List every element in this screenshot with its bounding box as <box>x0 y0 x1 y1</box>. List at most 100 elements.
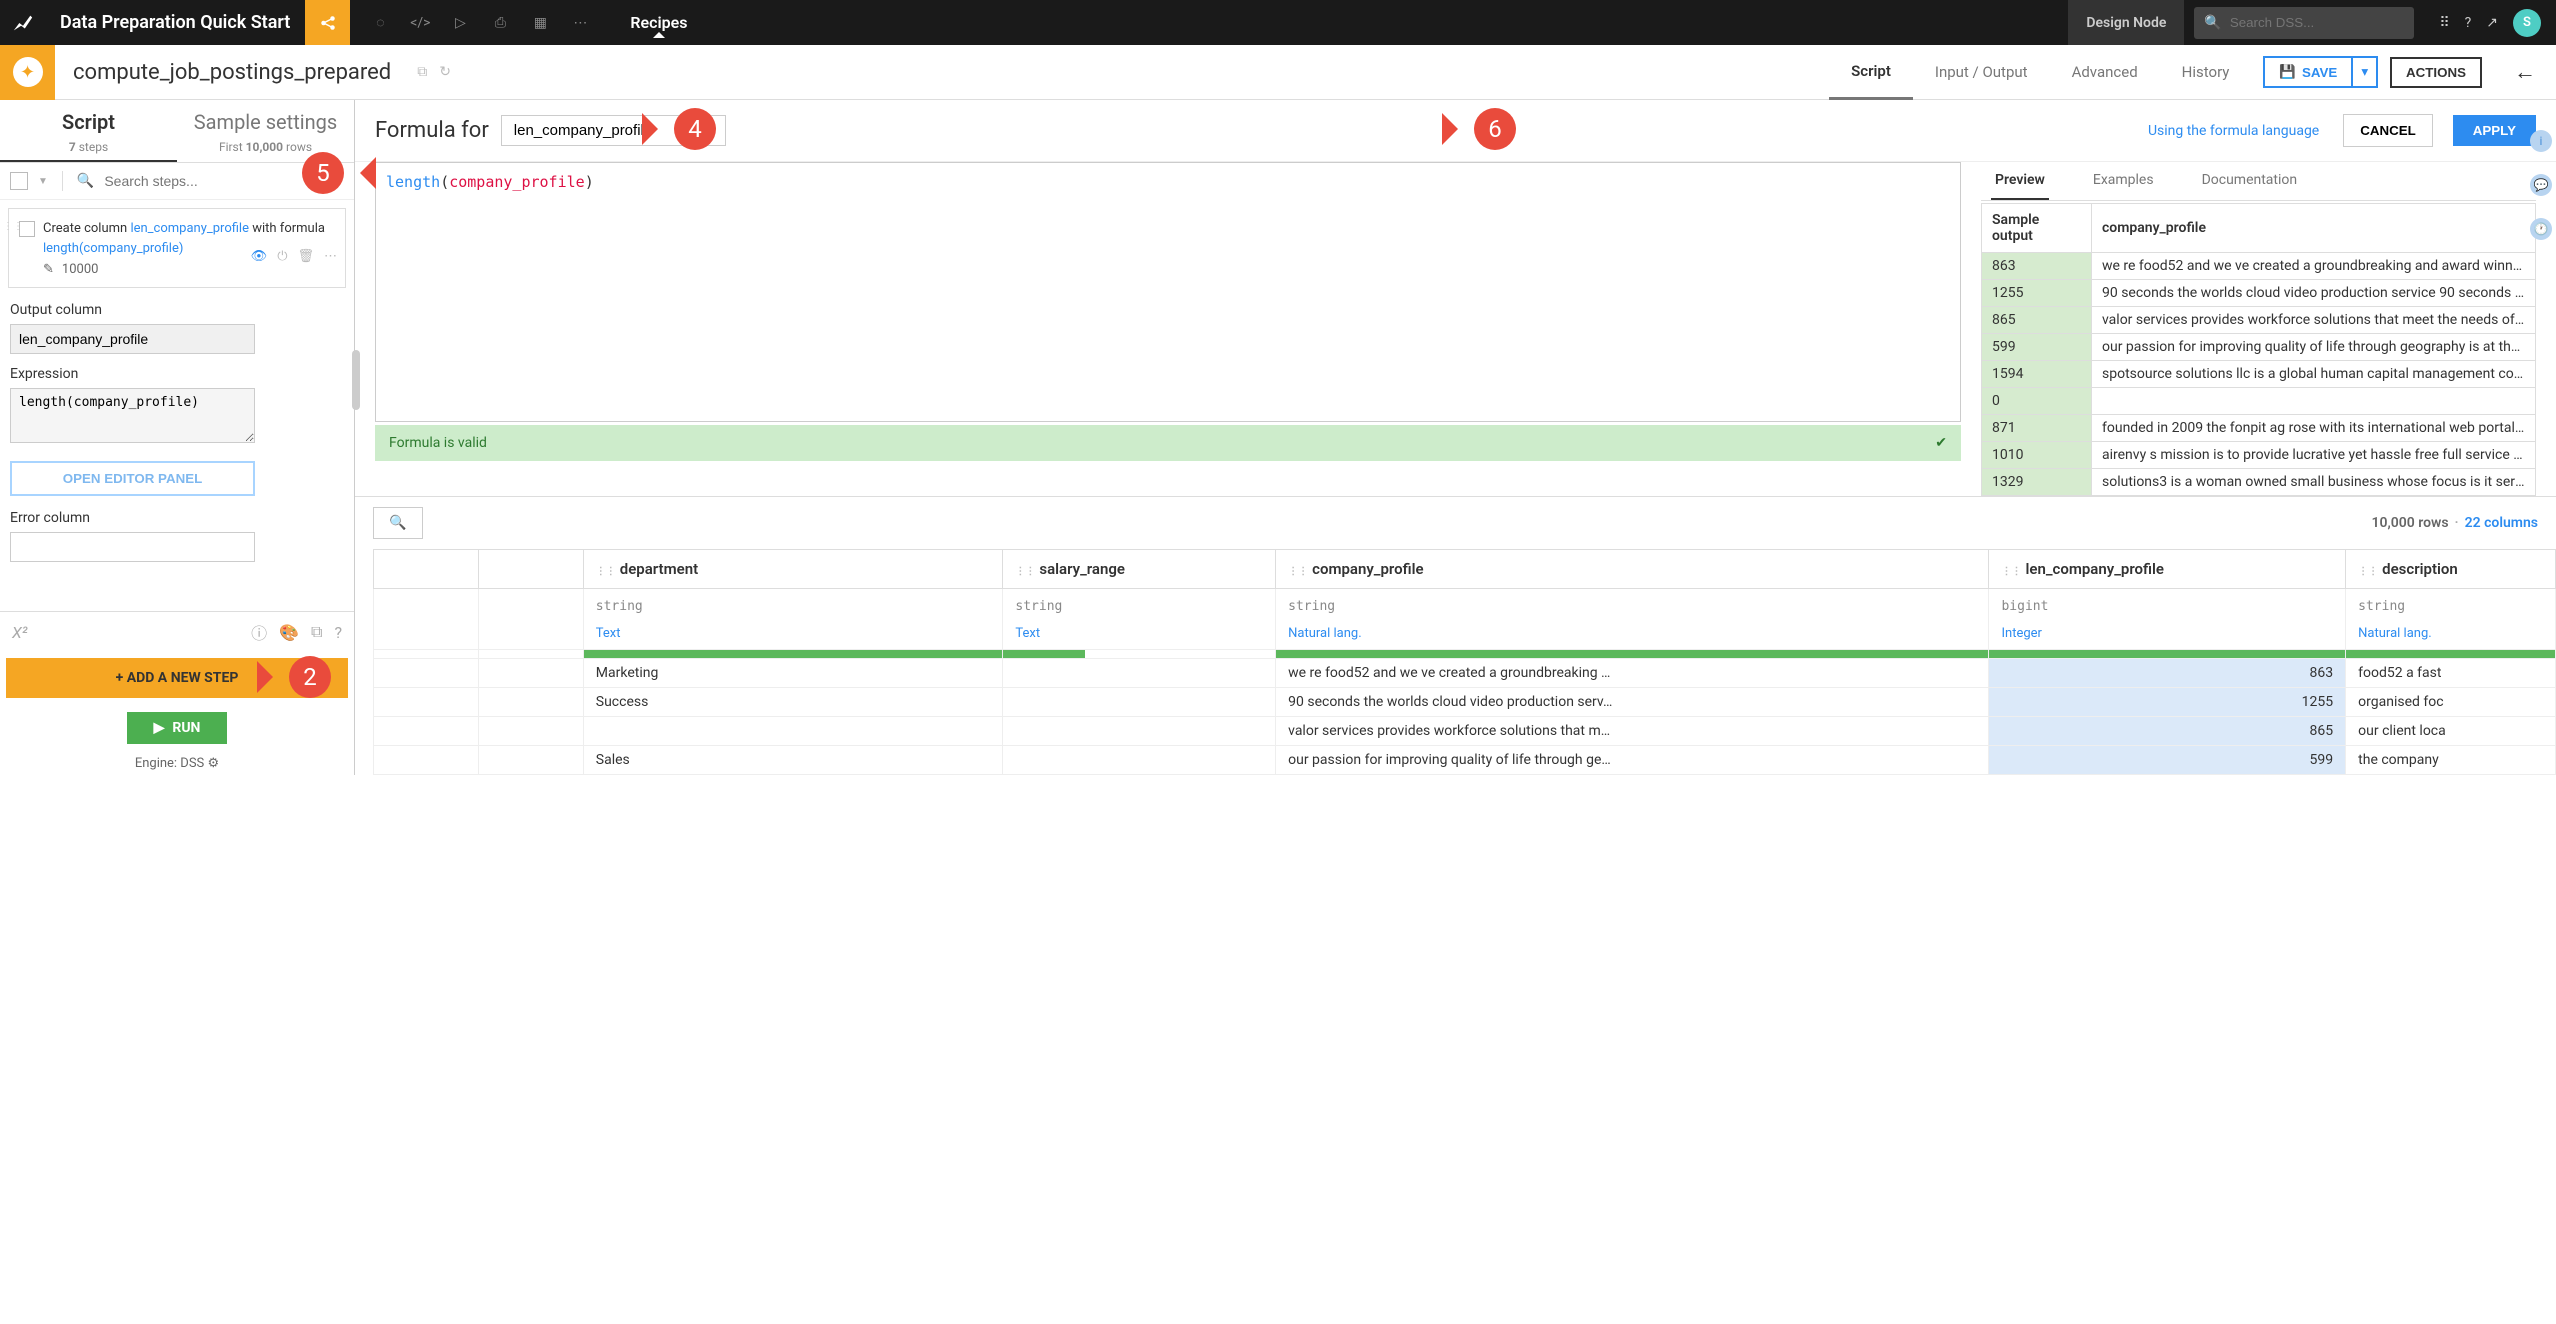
step-card[interactable]: ⋮⋮ Create column len_company_profile wit… <box>8 208 346 288</box>
grid-search-button[interactable]: 🔍 <box>373 507 423 539</box>
apply-button[interactable]: APPLY <box>2453 115 2536 146</box>
resize-handle[interactable] <box>352 350 360 410</box>
preview-cell-num: 863 <box>1982 253 2092 280</box>
preview-tab-docs[interactable]: Documentation <box>2198 162 2302 200</box>
grid-cell[interactable]: the company <box>2346 746 2556 775</box>
play-outline-icon[interactable]: ▷ <box>440 0 480 45</box>
save-button[interactable]: 💾SAVE <box>2263 56 2353 88</box>
grid-cell[interactable] <box>1003 688 1276 717</box>
tab-history[interactable]: History <box>2160 45 2252 100</box>
grid-cell-len[interactable]: 1255 <box>1989 688 2346 717</box>
apps-icon[interactable]: ⠿ <box>2439 15 2449 31</box>
help-icon[interactable]: ? <box>2465 15 2472 31</box>
expression-label: Expression <box>10 366 344 382</box>
preview-cell-text: founded in 2009 the fonpit ag rose with … <box>2092 415 2536 442</box>
grid-cell-len[interactable]: 599 <box>1989 746 2346 775</box>
grid-cell[interactable] <box>1003 659 1276 688</box>
open-editor-button[interactable]: OPEN EDITOR PANEL <box>10 461 255 496</box>
grid-col-dept[interactable]: ⋮⋮department <box>583 550 1003 589</box>
info-icon[interactable]: ⓘ <box>251 620 267 644</box>
grid-row[interactable]: valor services provides workforce soluti… <box>374 717 2556 746</box>
back-arrow-icon[interactable]: ← <box>2494 59 2556 85</box>
grid-cell[interactable]: food52 a fast <box>2346 659 2556 688</box>
rail-discuss-icon[interactable]: 💬 <box>2530 174 2552 196</box>
select-all-checkbox[interactable] <box>10 172 28 190</box>
help-q-icon[interactable]: ? <box>334 623 342 642</box>
output-column-input[interactable] <box>10 324 255 354</box>
print-icon[interactable]: ⎙ <box>480 0 520 45</box>
grid-row[interactable]: Sales our passion for improving quality o… <box>374 746 2556 775</box>
preview-tab-examples[interactable]: Examples <box>2089 162 2158 200</box>
grid-cell-len[interactable]: 863 <box>1989 659 2346 688</box>
power-icon[interactable]: ⏻ <box>277 249 287 264</box>
preview-row: 863we re food52 and we ve created a grou… <box>1982 253 2536 280</box>
recipe-icon[interactable]: ✦ <box>0 45 55 100</box>
callout-5: 5 <box>302 152 368 194</box>
user-avatar[interactable]: S <box>2513 9 2541 37</box>
grid-cell-len[interactable]: 865 <box>1989 717 2346 746</box>
project-title[interactable]: Data Preparation Quick Start <box>45 12 305 33</box>
grid-cell[interactable]: Marketing <box>583 659 1003 688</box>
drag-handle-icon[interactable]: ⋮⋮ <box>3 221 23 232</box>
more-icon[interactable]: ⋯ <box>560 0 600 45</box>
grid-cell[interactable]: we re food52 and we ve created a groundb… <box>1276 659 1989 688</box>
pencil-icon[interactable]: ✎ <box>43 262 54 277</box>
preview-tab-preview[interactable]: Preview <box>1991 162 2049 200</box>
grid-cell[interactable]: Success <box>583 688 1003 717</box>
grid-cell[interactable]: Sales <box>583 746 1003 775</box>
engine-label[interactable]: Engine: DSS ⚙ <box>0 752 354 775</box>
preview-cell-text: valor services provides workforce soluti… <box>2092 307 2536 334</box>
cancel-button[interactable]: CANCEL <box>2343 114 2433 147</box>
grid-col-salary[interactable]: ⋮⋮salary_range <box>1003 550 1276 589</box>
circle-icon[interactable]: ◌ <box>360 0 400 45</box>
tab-script[interactable]: Script <box>1829 45 1913 100</box>
more-h-icon[interactable]: ⋯ <box>324 249 337 264</box>
select-dropdown-icon[interactable]: ▼ <box>38 176 48 187</box>
share-button[interactable] <box>305 0 350 45</box>
run-button[interactable]: ▶ RUN <box>127 712 227 744</box>
search-input[interactable] <box>2230 15 2405 30</box>
global-search[interactable]: 🔍 <box>2194 7 2414 39</box>
grid-row[interactable]: Marketing we re food52 and we ve created … <box>374 659 2556 688</box>
history-icon[interactable]: ↻ <box>439 64 451 80</box>
dashboard-icon[interactable]: ▦ <box>520 0 560 45</box>
grid-cell[interactable]: our passion for improving quality of lif… <box>1276 746 1989 775</box>
expression-block: Expression <box>10 366 344 447</box>
trash-icon[interactable]: 🗑 <box>297 249 314 264</box>
grid-cell[interactable]: valor services provides workforce soluti… <box>1276 717 1989 746</box>
tab-io[interactable]: Input / Output <box>1913 45 2050 100</box>
eye-icon[interactable]: 👁 <box>251 249 268 264</box>
palette-icon[interactable]: 🎨 <box>279 623 299 642</box>
grid-cell[interactable] <box>583 717 1003 746</box>
expression-textarea[interactable] <box>10 388 255 443</box>
code-icon[interactable]: </> <box>400 0 440 45</box>
save-icon: 💾 <box>2279 64 2296 80</box>
gear-icon[interactable]: ⚙ <box>208 756 220 771</box>
grid-row[interactable]: Success 90 seconds the worlds cloud video… <box>374 688 2556 717</box>
grid-cell[interactable]: our client loca <box>2346 717 2556 746</box>
design-node-label[interactable]: Design Node <box>2068 0 2184 45</box>
grid-cell[interactable] <box>1003 717 1276 746</box>
formula-lang-link[interactable]: Using the formula language <box>2148 123 2319 139</box>
grid-cell[interactable]: organised foc <box>2346 688 2556 717</box>
grid-cols-count[interactable]: 22 columns <box>2465 515 2538 531</box>
error-column-input[interactable] <box>10 532 255 562</box>
duplicate-icon[interactable]: ⧉ <box>311 622 322 642</box>
formula-x-icon[interactable]: X² <box>12 623 28 642</box>
grid-col-len[interactable]: ⋮⋮len_company_profile <box>1989 550 2346 589</box>
grid-col-profile[interactable]: ⋮⋮company_profile <box>1276 550 1989 589</box>
rail-clock-icon[interactable]: 🕐 <box>2530 218 2552 240</box>
left-tab-script[interactable]: Script 7 steps <box>0 100 177 162</box>
tab-advanced[interactable]: Advanced <box>2050 45 2160 100</box>
save-dropdown[interactable]: ▾ <box>2353 56 2378 88</box>
rail-info-icon[interactable]: i <box>2530 130 2552 152</box>
actions-button[interactable]: ACTIONS <box>2390 57 2482 88</box>
grid-cell[interactable]: 90 seconds the worlds cloud video produc… <box>1276 688 1989 717</box>
grid-cell[interactable] <box>1003 746 1276 775</box>
logo-icon[interactable] <box>0 0 45 45</box>
copy-icon[interactable]: ⧉ <box>417 64 427 80</box>
grid-col-desc[interactable]: ⋮⋮description <box>2346 550 2556 589</box>
recipes-tab[interactable]: Recipes <box>610 13 707 32</box>
activity-icon[interactable]: ↗ <box>2486 15 2498 31</box>
formula-code-editor[interactable]: length(company_profile) <box>375 162 1961 422</box>
